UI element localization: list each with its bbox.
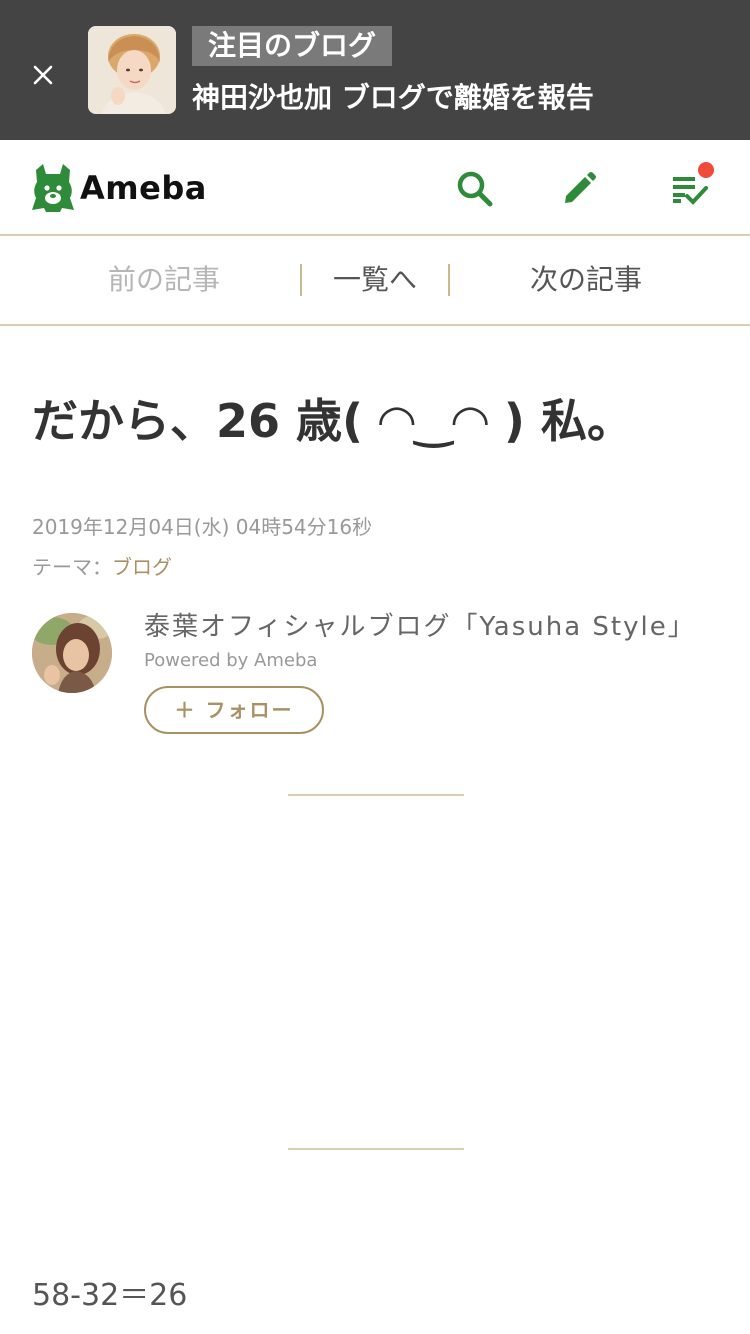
banner-tag: 注目のブログ — [192, 26, 393, 66]
blog-name[interactable]: 泰葉オフィシャルブログ「Yasuha Style」 — [144, 608, 696, 646]
site-header: Ameba — [0, 140, 750, 236]
logo-text: Ameba — [80, 169, 207, 207]
article-body: 58-32＝26 — [32, 1278, 188, 1313]
checklist-icon[interactable] — [670, 162, 714, 208]
prev-article-link[interactable]: 前の記事 — [30, 236, 298, 324]
nav-separator — [448, 264, 450, 296]
ameba-mascot-icon — [32, 164, 74, 212]
powered-by: Powered by Ameba — [144, 650, 318, 671]
notification-dot — [698, 162, 714, 178]
ameba-logo[interactable]: Ameba — [30, 160, 207, 216]
featured-blog-banner[interactable]: 注目のブログ 神田沙也加 ブログで離婚を報告 — [0, 0, 750, 140]
divider — [288, 794, 464, 796]
divider — [288, 1148, 464, 1150]
article-theme: テーマ：ブログ — [32, 552, 172, 582]
article-nav: 前の記事 一覧へ 次の記事 — [0, 236, 750, 326]
follow-button[interactable]: ＋ フォロー — [144, 686, 324, 734]
pencil-icon[interactable] — [558, 168, 598, 208]
article-list-link[interactable]: 一覧へ — [302, 236, 448, 324]
article-date: 2019年12月04日(水) 04時54分16秒 — [32, 515, 373, 539]
article-title: だから、26 歳( ◠‿◠ ) 私。 — [32, 394, 633, 448]
close-icon[interactable] — [24, 56, 62, 94]
banner-thumbnail[interactable] — [88, 26, 176, 114]
search-icon[interactable] — [454, 168, 494, 208]
author-avatar[interactable] — [32, 613, 112, 693]
next-article-link[interactable]: 次の記事 — [452, 236, 720, 324]
theme-link[interactable]: ブログ — [112, 555, 172, 579]
theme-label: テーマ： — [32, 555, 112, 579]
banner-headline[interactable]: 神田沙也加 ブログで離婚を報告 — [192, 78, 732, 118]
